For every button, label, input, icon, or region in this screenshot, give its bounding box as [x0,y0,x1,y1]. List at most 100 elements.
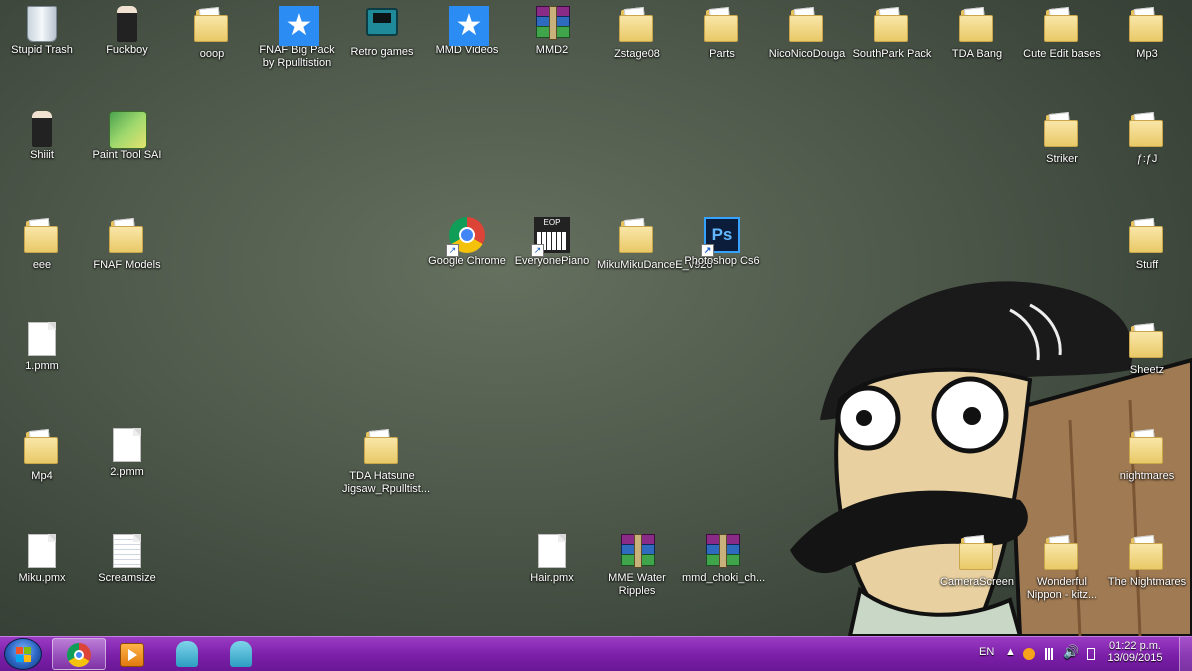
show-desktop-button[interactable] [1179,637,1192,671]
desktop-icon-label: Stupid Trash [11,44,73,56]
desktop-icon-label: NicoNicoDouga [768,48,846,60]
desktop-icon-label: 2.pmm [110,466,144,478]
desktop-icon[interactable]: Paint Tool SAI [85,105,169,162]
desktop-icon[interactable]: Mp3 [1105,0,1189,61]
winrar-icon [704,534,740,570]
desktop-icon-label: mmd_choki_ch... [682,572,766,584]
desktop-icon-label: Sheetz [1129,364,1165,376]
start-button[interactable] [4,638,42,670]
desktop-icon[interactable]: MikuMikuDanceE_v926 [595,211,713,272]
desktop-icon-label: Google Chrome [428,255,506,267]
folder-icon [109,218,145,257]
desktop-icon[interactable]: mmd_choki_ch... [680,528,766,585]
folder-icon [1044,7,1080,46]
desktop-icon[interactable]: NicoNicoDouga [765,0,849,61]
image-icon [109,6,145,42]
desktop-icon[interactable]: TDA Hatsune Jigsaw_Rpulltist... [340,422,431,496]
desktop-icon[interactable]: Parts [680,0,764,61]
mmd-star-icon: ★ [279,6,319,46]
mmd-icon [230,641,252,667]
desktop-icon[interactable]: Screamsize [85,528,169,585]
desktop-icon[interactable]: Stupid Trash [0,0,84,57]
desktop-icon[interactable]: Ps ↗ Photoshop Cs6 [680,211,764,268]
desktop-icon[interactable]: ★ FNAF Big Pack by Rpulltistion [255,0,339,70]
desktop-icon[interactable]: Cute Edit bases [1020,0,1104,61]
desktop-icon-label: FNAF Models [93,259,161,271]
desktop-icon[interactable]: Striker [1020,105,1104,166]
folder-icon [1129,429,1165,468]
mmd-star-icon: ★ [449,6,489,46]
desktop-icon[interactable]: FNAF Models [85,211,169,272]
taskbar-mmd-button[interactable] [160,638,214,670]
folder-icon [874,7,910,46]
media-player-icon [120,643,144,667]
windows-start-icon [16,647,32,663]
desktop-icon-label: ooop [199,48,225,60]
desktop-icon-label: ƒ:ƒJ [1136,153,1158,165]
desktop-icon[interactable]: SouthPark Pack [850,0,934,61]
folder-icon [619,218,655,257]
desktop-icon[interactable]: ↗ Google Chrome [425,211,509,268]
folder-icon [704,7,740,46]
desktop-icon[interactable]: ƒ:ƒJ [1105,105,1189,166]
paint-tool-icon [109,111,147,149]
taskbar-chrome-button[interactable] [52,638,106,670]
folder-icon [1129,112,1165,151]
piano-icon: EOP ↗ [531,217,570,257]
language-indicator[interactable]: EN [979,646,994,658]
desktop-icon[interactable]: MMD2 [510,0,594,57]
taskbar-mmd2-button[interactable] [214,638,268,670]
desktop-icon[interactable]: TDA Bang [935,0,1019,61]
desktop-icon[interactable]: Hair.pmx [510,528,594,585]
network-icon[interactable] [1043,648,1055,660]
desktop-icon[interactable]: nightmares [1105,422,1189,483]
image-icon [24,111,60,147]
desktop-icon[interactable]: eee [0,211,84,272]
desktop-icon[interactable]: Shiiit [0,105,84,162]
desktop-icon[interactable]: Retro games [340,0,424,59]
chrome-icon [67,643,91,667]
clock[interactable]: 01:22 p.m. 13/09/2015 [1105,640,1165,664]
desktop-icon-label: TDA Hatsune Jigsaw_Rpulltist... [342,470,431,495]
desktop-icon[interactable]: Stuff [1105,211,1189,272]
folder-icon [364,429,400,468]
desktop-icon[interactable]: EOP ↗ EveryonePiano [510,211,594,268]
desktop-icon-label: Hair.pmx [530,572,574,584]
desktop-icon[interactable]: Wonderful Nippon - kitz... [1020,528,1104,602]
desktop-icon-label: Retro games [350,46,414,58]
desktop-icon[interactable]: ★ MMD Videos [425,0,509,57]
folder-icon [789,7,825,46]
desktop-icon[interactable]: 2.pmm [85,422,169,479]
desktop[interactable]: Stupid Trash Fuckboy ooop ★ FNAF Big Pack by… [0,0,1192,636]
app-tray-icon[interactable] [1023,648,1035,660]
desktop-icon[interactable]: CameraScreen [935,528,1019,589]
volume-icon[interactable]: 🔊 [1063,644,1079,660]
desktop-icon[interactable]: Mp4 [0,422,84,483]
file-icon [109,428,145,464]
file-icon [24,322,60,358]
desktop-icon-label: TDA Bang [951,48,1003,60]
desktop-icon-label: SouthPark Pack [852,48,932,60]
desktop-icon[interactable]: The Nightmares [1105,528,1189,589]
desktop-icon-label: Cute Edit bases [1023,48,1101,60]
folder-icon [619,7,655,46]
battery-icon[interactable] [1087,648,1095,660]
recycle-bin-icon [24,6,60,42]
desktop-icon-label: The Nightmares [1107,576,1187,588]
desktop-icon-label: 1.pmm [25,360,59,372]
desktop-icon[interactable]: ooop [170,0,254,61]
desktop-icon[interactable]: Miku.pmx [0,528,84,585]
desktop-icon[interactable]: Zstage08 [595,0,679,61]
desktop-icon-label: Shiiit [30,149,54,161]
desktop-icon[interactable]: Fuckboy [85,0,169,57]
desktop-icon[interactable]: Sheetz [1105,316,1189,377]
folder-icon [1129,323,1165,362]
desktop-icon[interactable]: MME Water Ripples [595,528,679,598]
system-tray: EN ▲ 🔊 01:22 p.m. 13/09/2015 [977,637,1192,671]
taskbar-media-player-button[interactable] [106,638,160,670]
desktop-icon[interactable]: 1.pmm [0,316,84,373]
show-hidden-icons-button[interactable]: ▲ [1005,646,1016,658]
desktop-icon-label: Paint Tool SAI [92,149,162,161]
folder-icon [1129,218,1165,257]
desktop-icon-label: Parts [709,48,735,60]
